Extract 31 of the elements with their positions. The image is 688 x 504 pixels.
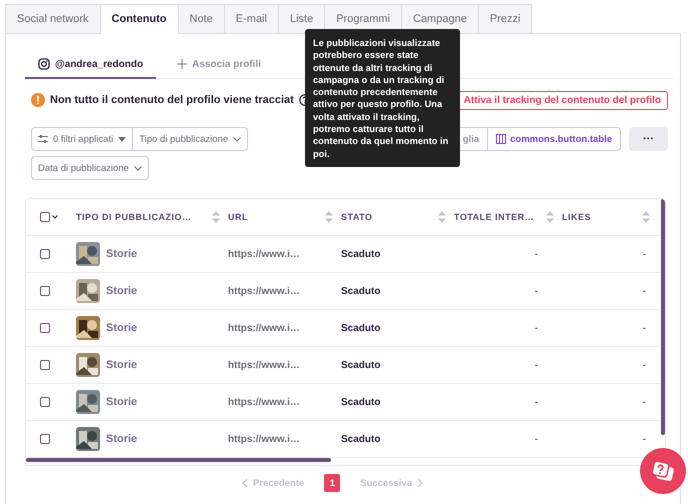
table-cell: -: [534, 396, 538, 408]
table-cell: -: [534, 360, 538, 370]
column-header: TIPO DI PUBBLICAZIO…: [76, 212, 192, 222]
column-header: LIKES: [562, 212, 592, 222]
warning-text: Non tutto il contenuto del profilo viene tracciat: [50, 94, 294, 106]
tooltip: Le pubblicazioni visualizzate potrebbero essere state ottenute da altri tracking di campagna o da un tracking di contenuto precedentemente attivo per questo profilo. Una volta attivato il tracking, potremo catturare tutto il contenuto da quel momento in poi.: [305, 29, 460, 167]
table-cell: Storie: [106, 433, 138, 445]
column-header: URL: [228, 212, 248, 222]
table-cell: Storie: [106, 396, 138, 408]
table-cell: -: [642, 360, 646, 370]
table-cell: Scaduto: [341, 396, 380, 408]
table-cell: Storie: [106, 285, 138, 297]
table-cell: -: [534, 286, 538, 296]
table-cell: Storie: [106, 248, 138, 260]
table-cell: -: [534, 248, 538, 260]
table-cell: -: [642, 434, 646, 444]
table-cell: Storie: [106, 322, 138, 334]
table-cell: Scaduto: [341, 322, 380, 334]
table-cell: Scaduto: [341, 434, 380, 444]
table-cell: -: [642, 286, 646, 296]
table-cell: Scaduto: [341, 248, 380, 260]
table-cell: Scaduto: [341, 286, 380, 296]
column-header: TOTALE INTER…: [454, 212, 534, 222]
table-cell: Storie: [106, 359, 138, 371]
table-cell: Scaduto: [341, 360, 380, 370]
table-cell: -: [642, 322, 646, 334]
table-cell: -: [642, 396, 646, 408]
table-cell: -: [642, 248, 646, 260]
table-cell: -: [534, 322, 538, 334]
table-cell: -: [534, 434, 538, 444]
column-header: STATO: [341, 212, 372, 222]
